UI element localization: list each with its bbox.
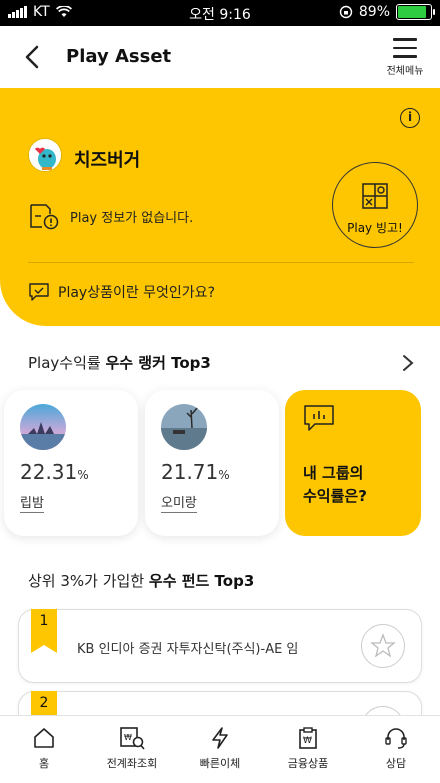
account-search-icon: ₩ [120,727,145,750]
my-group-line1: 내 그룹의 [303,464,364,482]
tab-consult[interactable]: 상담 [352,716,440,783]
tab-accounts[interactable]: ₩ 전계좌조회 [88,716,176,783]
status-bar: KT 오전 9:16 89% [0,0,440,26]
rankers-section-title: Play수익률 우수 랭커 Top3 [28,352,211,373]
full-menu-button[interactable]: 전체메뉴 [380,36,430,82]
tab-accounts-label: 전계좌조회 [106,757,158,770]
tab-products-label: 금융상품 [287,757,329,770]
fund-item[interactable]: 1 KB 인디아 증권 자투자신탁(주식)-AE 임 [18,609,422,683]
document-alert-icon [30,204,59,230]
ranker-return-value: 22.31 [20,460,78,484]
character-avatar-icon [29,139,61,171]
play-bingo-label: Play 빙고! [347,221,403,235]
my-group-line2: 수익률은? [303,487,367,505]
headset-icon [385,728,407,749]
ranker-return-unit: % [77,468,89,482]
divider [28,262,414,263]
chart-bubble-icon [304,405,334,431]
info-icon[interactable]: i [400,108,420,128]
nickname: 치즈버거 [74,150,141,171]
no-play-info-row: Play 정보가 없습니다. [28,202,193,230]
lightning-icon [212,727,228,749]
ranker-return-value: 21.71 [161,460,219,484]
battery-percent: 89% [358,4,390,20]
my-group-return-card[interactable]: 내 그룹의 수익률은? [285,390,421,536]
full-menu-label: 전체메뉴 [386,65,424,77]
ranker-cards: 22.31% 립밤 21.71% 오미랑 내 그룹의 수익률은? [4,390,440,536]
tab-products[interactable]: ₩ 금융상품 [264,716,352,783]
bottom-tab-bar: 홈 ₩ 전계좌조회 빠른이체 ₩ 금융상품 상담 [0,715,440,783]
back-arrow-icon[interactable] [18,42,48,72]
tab-quick-transfer-label: 빠른이체 [199,757,241,770]
what-is-play-link[interactable]: Play상품이란 무엇인가요? [28,282,215,302]
ranker-return-unit: % [218,468,230,482]
ranker-card[interactable]: 22.31% 립밤 [4,390,138,536]
play-bingo-button[interactable]: Play 빙고! [332,162,418,248]
orientation-lock-icon [339,5,353,19]
my-group-return-text: 내 그룹의 수익률은? [303,462,367,508]
bingo-icon [362,183,388,209]
play-profile-card: i 치즈버거 Play 정보가 없습니다. Play 빙고! Play상품이란 … [0,88,440,326]
funds-title-prefix: 상위 3%가 가입한 [28,572,149,590]
fund-rank-badge: 1 [31,609,57,653]
tab-home-label: 홈 [38,757,50,770]
app-header: Play Asset 전체메뉴 [0,26,440,88]
financial-product-icon: ₩ [299,727,317,749]
favorite-star-icon[interactable] [361,624,405,668]
ranker-name: 립밤 [20,492,44,513]
hamburger-icon [393,38,417,58]
battery-icon [396,4,435,20]
ranker-photo [20,404,66,450]
chat-check-icon [29,283,49,301]
funds-title-bold: 우수 펀드 Top3 [148,572,255,590]
ranker-card[interactable]: 21.71% 오미랑 [145,390,279,536]
tab-home[interactable]: 홈 [0,716,88,783]
avatar[interactable] [28,138,62,172]
rankers-title-bold: 우수 랭커 Top3 [105,354,211,372]
rankers-title-prefix: Play수익률 [28,354,106,372]
home-icon [34,728,54,748]
tab-consult-label: 상담 [385,757,407,770]
svg-text:₩: ₩ [124,733,132,742]
ranker-photo [161,404,207,450]
svg-text:₩: ₩ [303,736,312,746]
chevron-right-icon[interactable] [402,354,414,372]
page-title: Play Asset [66,46,172,67]
ranker-return: 22.31% [20,460,89,484]
ranker-return: 21.71% [161,460,230,484]
no-play-info-text: Play 정보가 없습니다. [70,210,194,226]
fund-name: KB 인디아 증권 자투자신탁(주식)-AE 임 [77,642,299,657]
funds-section-title: 상위 3%가 가입한 우수 펀드 Top3 [28,570,254,591]
ranker-name: 오미랑 [161,492,197,513]
tab-quick-transfer[interactable]: 빠른이체 [176,716,264,783]
what-is-play-text: Play상품이란 무엇인가요? [58,285,215,301]
